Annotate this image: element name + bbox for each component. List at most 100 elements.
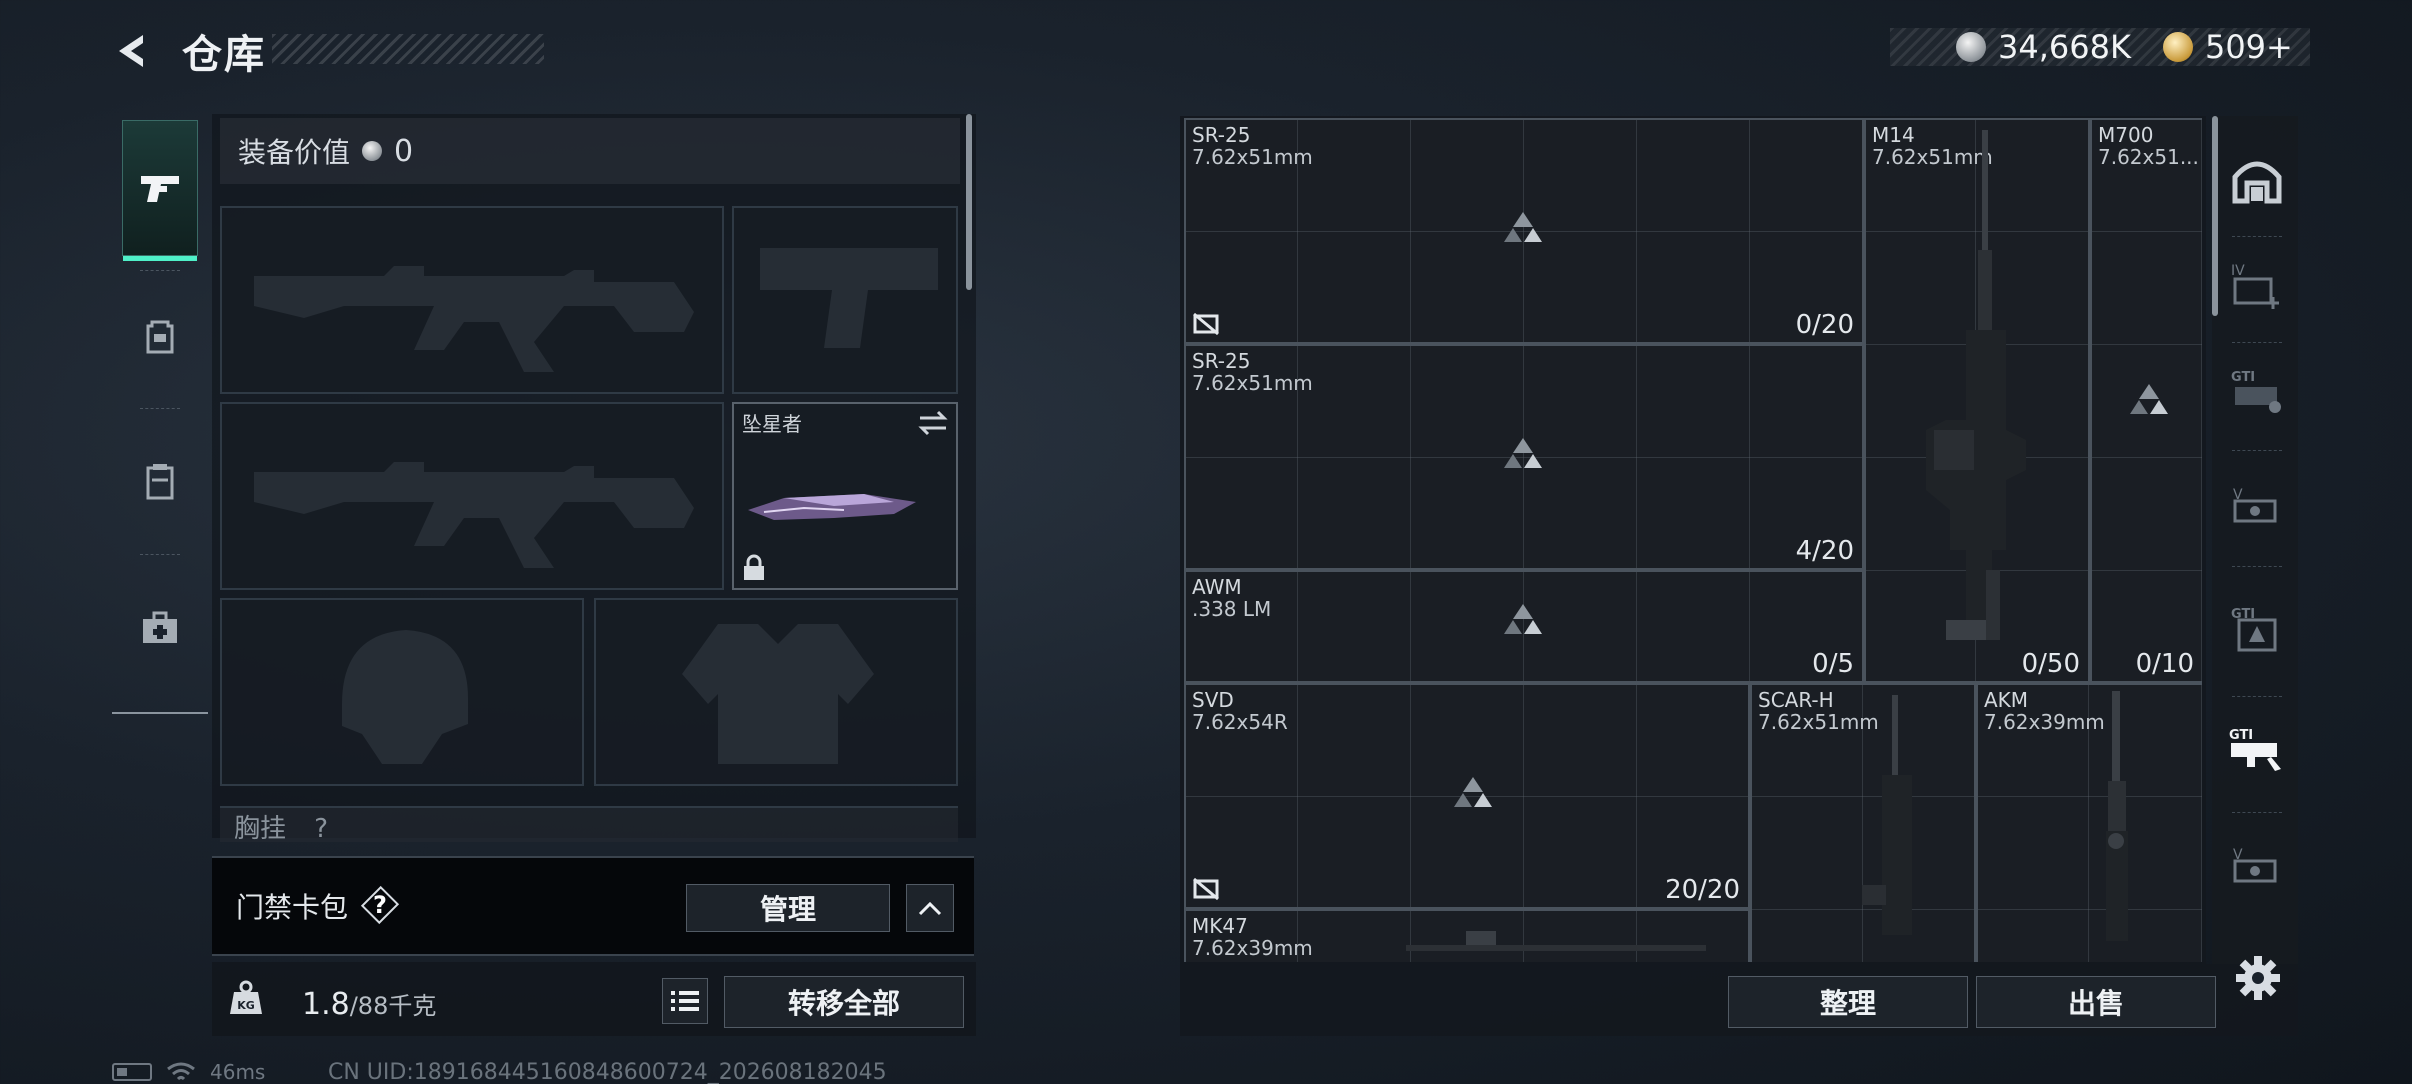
equipment-scrollbar[interactable]	[966, 114, 972, 290]
gti-rifle-icon: GTI	[2231, 370, 2281, 413]
list-view-button[interactable]	[662, 978, 708, 1024]
akm-rifle-icon	[2106, 691, 2128, 941]
equipment-value-header: 装备价值 0	[220, 118, 960, 184]
warehouse-item-sr25-2[interactable]: SR-25 7.62x51mm 4/20	[1184, 344, 1864, 570]
gti-weapon-icon: GTI	[2229, 728, 2281, 771]
filter-gti-a[interactable]: GTI	[2224, 344, 2290, 436]
v-attachment-icon: V	[2233, 847, 2277, 883]
settings-gear-icon[interactable]	[2234, 954, 2282, 1002]
warehouse-grid: SR-25 7.62x51mm 0/20 SR-25 7.62x51mm 4/2…	[1184, 118, 2202, 962]
melee-slot[interactable]: 坠星者	[732, 402, 958, 590]
item-name: SR-25	[1192, 349, 1251, 373]
weight-kg-icon: KG	[230, 980, 262, 1014]
item-count: 0/5	[1812, 649, 1854, 679]
equipment-value: 0	[394, 133, 414, 169]
warehouse-item-akm[interactable]: AKM 7.62x39mm	[1976, 683, 2202, 962]
weight-current: 1.8	[302, 987, 350, 1022]
weight-max: /88千克	[349, 992, 437, 1020]
title-decoration	[272, 34, 544, 64]
filter-gti-c[interactable]: GTI	[2224, 702, 2290, 794]
collapse-button[interactable]	[906, 884, 954, 932]
warehouse-item-m700[interactable]: M700 7.62x51... 0/10	[2090, 118, 2202, 683]
item-caliber: 7.62x54R	[1192, 711, 1288, 733]
no-image-icon	[1193, 312, 1219, 336]
gold-coin-icon	[2162, 32, 2193, 62]
pistol-silhouette-icon	[760, 248, 938, 348]
armor-slot[interactable]	[594, 598, 958, 786]
primary-weapon-slot-1[interactable]	[220, 206, 724, 394]
item-caliber: .338 LM	[1192, 598, 1272, 620]
no-image-icon	[1193, 877, 1219, 901]
warehouse-item-svd[interactable]: SVD 7.62x54R 20/20	[1184, 683, 1750, 909]
svg-text:KG: KG	[237, 999, 255, 1012]
tab-weapons[interactable]	[122, 120, 198, 261]
equipment-value-label: 装备价值	[238, 136, 351, 169]
tab-container[interactable]	[122, 414, 198, 550]
filter-v-a[interactable]: V	[2224, 460, 2290, 552]
filter-iv[interactable]: IV	[2224, 240, 2290, 332]
item-name: MK47	[1192, 914, 1248, 938]
placeholder-icon	[1504, 212, 1542, 242]
placeholder-icon	[1504, 604, 1542, 634]
tab-medkit[interactable]	[122, 560, 198, 696]
armor-silhouette-icon	[682, 624, 874, 764]
back-arrow-icon	[119, 35, 143, 67]
helmet-slot[interactable]	[220, 598, 584, 786]
placeholder-icon	[1454, 777, 1492, 807]
item-count: 4/20	[1795, 536, 1854, 566]
rifle-silhouette-icon	[254, 462, 694, 568]
placeholder-icon	[2130, 384, 2168, 414]
tab-backpack[interactable]	[122, 268, 198, 404]
medkit-icon	[143, 611, 177, 643]
back-button[interactable]	[110, 28, 156, 74]
silver-coin-icon	[1956, 32, 1986, 62]
chest-rig-label: 胸挂	[234, 814, 287, 842]
warehouse-item-awm[interactable]: AWM .338 LM 0/5	[1184, 570, 1864, 683]
chest-rig-slot[interactable]: 胸挂 ?	[220, 806, 958, 842]
item-name: AWM	[1192, 575, 1242, 599]
backpack-icon	[146, 320, 174, 354]
sidearm-slot[interactable]	[732, 206, 958, 394]
item-count: 20/20	[1665, 875, 1740, 905]
scarh-rifle-icon	[1862, 695, 1912, 935]
page-title: 仓库	[182, 32, 266, 78]
gold-amount[interactable]: 509+	[2205, 28, 2293, 66]
swap-icon[interactable]	[916, 410, 950, 436]
transfer-all-button[interactable]: 转移全部	[724, 976, 964, 1028]
card-pack-label: 门禁卡包	[236, 891, 349, 924]
lock-icon	[744, 554, 764, 580]
status-bar: 46ms	[112, 1060, 265, 1084]
warehouse-item-sr25-1[interactable]: SR-25 7.62x51mm 0/20	[1184, 118, 1864, 344]
list-icon	[671, 991, 699, 1011]
currency-bar: 34,668K 509+	[1890, 28, 2310, 66]
help-badge[interactable]: ?	[360, 888, 400, 922]
warehouse-item-mk47[interactable]: MK47 7.62x39mm	[1184, 909, 1750, 962]
warehouse-item-m14[interactable]: M14 7.62x51mm 0/50	[1864, 118, 2090, 683]
filter-all[interactable]	[2224, 134, 2290, 226]
item-caliber: 7.62x39mm	[1192, 937, 1313, 959]
item-count: 0/10	[2135, 649, 2194, 679]
primary-weapon-slot-2[interactable]	[220, 402, 724, 590]
item-caliber: 7.62x51mm	[1192, 146, 1313, 168]
item-count: 0/50	[2021, 649, 2080, 679]
helmet-silhouette-icon	[342, 630, 468, 764]
sell-button[interactable]: 出售	[1976, 976, 2216, 1028]
svg-text:IV: IV	[2231, 263, 2245, 279]
filter-scrollbar[interactable]	[2212, 116, 2218, 316]
melee-name: 坠星者	[742, 412, 802, 436]
item-caliber: 7.62x51mm	[1192, 372, 1313, 394]
item-name: M700	[2098, 123, 2154, 147]
item-caliber: 7.62x51...	[2098, 146, 2199, 168]
manage-button[interactable]: 管理	[686, 884, 890, 932]
filter-gti-b[interactable]: GTI	[2224, 582, 2290, 674]
v-sight-icon: V	[2233, 487, 2277, 523]
battery-icon	[112, 1063, 152, 1081]
chevron-up-icon	[918, 901, 942, 916]
warehouse-item-scarh[interactable]: SCAR-H 7.62x51mm	[1750, 683, 1976, 962]
chest-rig-help: ?	[314, 814, 329, 842]
sort-button[interactable]: 整理	[1728, 976, 1968, 1028]
knife-icon	[748, 494, 916, 520]
weight-text: 1.8/88千克	[302, 986, 436, 1022]
filter-v-b[interactable]: V	[2224, 820, 2290, 912]
placeholder-icon	[1504, 438, 1542, 468]
